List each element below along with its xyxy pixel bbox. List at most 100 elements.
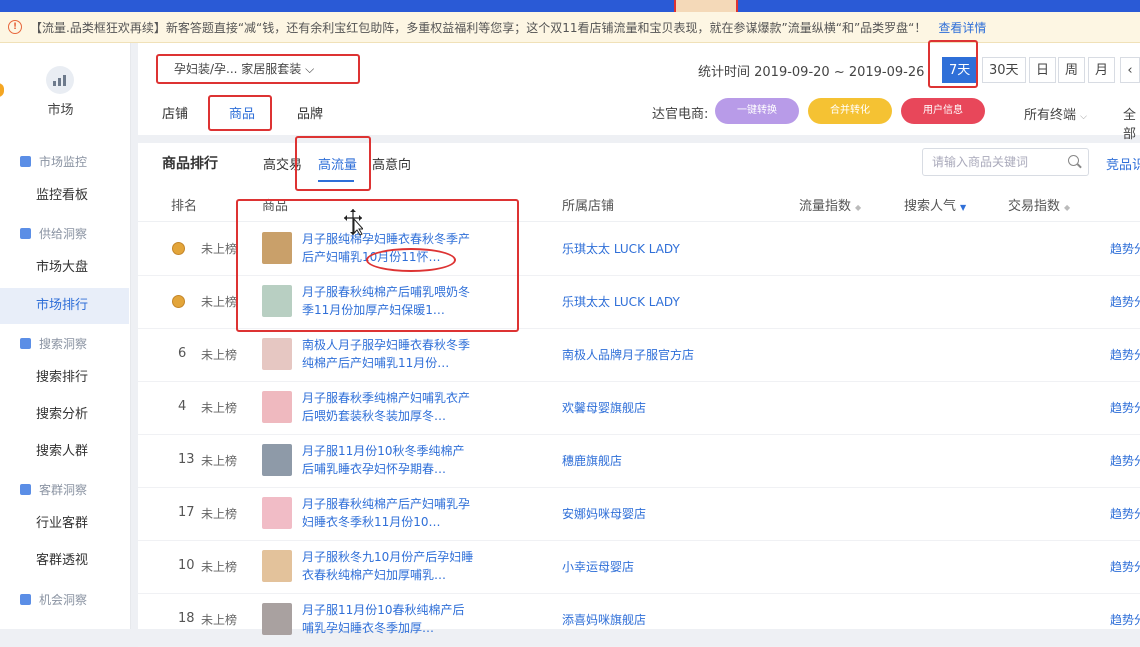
trend-analysis-link[interactable]: 趋势分 xyxy=(1110,505,1140,522)
notice-details-link[interactable]: 查看详情 xyxy=(938,19,986,36)
annotation-oval xyxy=(366,248,456,272)
sidebar-group-customers: 客群洞察 xyxy=(20,481,87,498)
warning-icon: ! xyxy=(8,20,22,34)
sidebar-group-search: 搜索洞察 xyxy=(20,335,87,352)
sidebar-item-industry-customers[interactable]: 行业客群 xyxy=(0,506,129,542)
daguan-label: 达官电商: xyxy=(652,107,709,122)
product-thumbnail[interactable] xyxy=(262,603,292,635)
table-row: 10 未上榜 月子服秋冬九10月份产后孕妇睡衣春秋纯棉产妇加厚哺乳… 小幸运母婴店 趋势… xyxy=(138,540,1140,594)
merge-convert-button[interactable]: 合并转化 xyxy=(808,98,892,124)
trend-analysis-link[interactable]: 趋势分 xyxy=(1110,611,1140,628)
shop-name-link[interactable]: 穗鹿旗舰店 xyxy=(562,452,622,469)
col-transaction-index[interactable]: 交易指数 ◆ xyxy=(1008,195,1070,214)
sidebar-item-market-overview[interactable]: 市场大盘 xyxy=(0,250,129,286)
trend-analysis-link[interactable]: 趋势分 xyxy=(1110,293,1140,310)
period-week-button[interactable]: 周 xyxy=(1058,57,1086,83)
sidebar: 市场 市场监控 监控看板 供给洞察 市场大盘 市场排行 搜索洞察 搜索排行 搜索… xyxy=(0,43,131,629)
subtab-high-intent[interactable]: 高意向 xyxy=(372,154,411,173)
rank-status: 未上榜 xyxy=(201,242,238,256)
table-row: 13 未上榜 月子服11月份10秋冬季纯棉产后哺乳睡衣孕妇怀孕期春… 穗鹿旗舰店 趋势分 xyxy=(138,434,1140,488)
sidebar-item-search-ranking[interactable]: 搜索排行 xyxy=(0,360,129,396)
col-rank: 排名 xyxy=(171,199,198,214)
terminal-select[interactable]: 所有终端 ⌵ xyxy=(1024,104,1087,123)
ranking-panel: 商品排行 高交易 高流量 高意向 请输入商品关键词 竞品识 排名 商品 所属店铺… xyxy=(138,136,1140,647)
table-row: 6 未上榜 南极人月子服孕妇睡衣春秋冬季纯棉产后产妇哺乳11月份… 南极人品牌月子服官… xyxy=(138,328,1140,382)
trend-analysis-link[interactable]: 趋势分 xyxy=(1110,558,1140,575)
search-icon[interactable] xyxy=(1068,155,1079,166)
table-row: 18 未上榜 月子服11月份10春秋纯棉产后哺乳孕妇睡衣冬季加厚… 添喜妈咪旗舰店 趋势… xyxy=(138,593,1140,647)
folder-icon xyxy=(20,594,31,605)
folder-icon xyxy=(20,156,31,167)
rank-number: 6 xyxy=(178,346,187,361)
shop-name-link[interactable]: 欢馨母婴旗舰店 xyxy=(562,399,646,416)
period-day-button[interactable]: 日 xyxy=(1029,57,1057,83)
trend-analysis-link[interactable]: 趋势分 xyxy=(1110,399,1140,416)
rank-number: 18 xyxy=(178,611,195,626)
product-thumbnail[interactable] xyxy=(262,497,292,529)
one-click-convert-button[interactable]: 一键转换 xyxy=(715,98,799,124)
period-month-button[interactable]: 月 xyxy=(1088,57,1116,83)
sidebar-item-market-ranking[interactable]: 市场排行 xyxy=(0,288,129,324)
folder-icon xyxy=(20,338,31,349)
shop-name-link[interactable]: 添喜妈咪旗舰店 xyxy=(562,611,646,628)
product-name-link[interactable]: 月子服春秋纯棉产后产妇哺乳孕妇睡衣冬季秋11月份10… xyxy=(302,495,474,531)
product-name-link[interactable]: 月子服11月份10春秋纯棉产后哺乳孕妇睡衣冬季加厚… xyxy=(302,601,474,637)
sidebar-item-customer-insight[interactable]: 客群透视 xyxy=(0,543,129,579)
rank-number: 4 xyxy=(178,399,187,414)
rank-status: 未上榜 xyxy=(201,348,238,362)
rank-status: 未上榜 xyxy=(201,613,238,627)
shop-name-link[interactable]: 乐琪太太 LUCK LADY xyxy=(562,240,680,257)
annotation-box-subtab xyxy=(295,136,371,191)
category-select[interactable]: 孕妇装/孕... 家居服套装 ⌵ xyxy=(156,54,360,84)
col-search-popularity[interactable]: 搜索人气 ▼ xyxy=(904,195,966,214)
annotation-box-tab xyxy=(208,95,272,131)
col-shop: 所属店铺 xyxy=(562,199,615,214)
prev-arrow-icon[interactable]: ‹ xyxy=(1120,57,1140,83)
sidebar-group-supply: 供给洞察 xyxy=(20,225,87,242)
trend-analysis-link[interactable]: 趋势分 xyxy=(1110,452,1140,469)
product-thumbnail[interactable] xyxy=(262,391,292,423)
product-name-link[interactable]: 月子服春秋季纯棉产妇哺乳衣产后喂奶套装秋冬装加厚冬… xyxy=(302,389,474,425)
shop-name-link[interactable]: 安娜妈咪母婴店 xyxy=(562,505,646,522)
tab-brand[interactable]: 品牌 xyxy=(297,103,323,122)
notice-text: 【流量.品类框狂欢再续】新客答题直接“减“钱，还有余利宝红包助阵，多重权益福利等… xyxy=(30,20,927,35)
competitor-link[interactable]: 竞品识 xyxy=(1106,154,1140,173)
sidebar-group-market-monitor: 市场监控 xyxy=(20,153,87,170)
rank-status: 未上榜 xyxy=(201,401,238,415)
shop-name-link[interactable]: 小幸运母婴店 xyxy=(562,558,634,575)
sidebar-item-monitor-board[interactable]: 监控看板 xyxy=(0,178,129,214)
period-30d-button[interactable]: 30天 xyxy=(982,57,1026,83)
annotation-box-period xyxy=(928,40,978,88)
rank-status: 未上榜 xyxy=(201,507,238,521)
sort-desc-icon: ▼ xyxy=(960,203,967,212)
product-thumbnail[interactable] xyxy=(262,338,292,370)
sidebar-badge xyxy=(0,83,4,97)
product-name-link[interactable]: 月子服11月份10秋冬季纯棉产后哺乳睡衣孕妇怀孕期春… xyxy=(302,442,474,478)
rank-number: 17 xyxy=(178,505,195,520)
shop-name-link[interactable]: 乐琪太太 LUCK LADY xyxy=(562,293,680,310)
sidebar-item-search-analysis[interactable]: 搜索分析 xyxy=(0,397,129,433)
product-thumbnail[interactable] xyxy=(262,444,292,476)
col-traffic-index[interactable]: 流量指数 ◆ xyxy=(799,195,861,214)
all-select[interactable]: 全部 xyxy=(1123,104,1140,142)
market-icon[interactable] xyxy=(46,66,74,94)
product-name-link[interactable]: 南极人月子服孕妇睡衣春秋冬季纯棉产后产妇哺乳11月份… xyxy=(302,336,474,372)
rank-status: 未上榜 xyxy=(201,295,238,309)
tab-shop[interactable]: 店铺 xyxy=(162,103,188,122)
product-search-input[interactable]: 请输入商品关键词 xyxy=(922,148,1089,176)
product-name-link[interactable]: 月子服秋冬九10月份产后孕妇睡衣春秋纯棉产妇加厚哺乳… xyxy=(302,548,474,584)
folder-icon xyxy=(20,228,31,239)
top-bar xyxy=(0,0,1140,12)
trend-analysis-link[interactable]: 趋势分 xyxy=(1110,346,1140,363)
product-thumbnail[interactable] xyxy=(262,550,292,582)
sidebar-item-search-crowd[interactable]: 搜索人群 xyxy=(0,434,129,470)
user-info-button[interactable]: 用户信息 xyxy=(901,98,985,124)
chevron-down-icon: ⌵ xyxy=(305,62,315,76)
market-label[interactable]: 市场 xyxy=(0,99,121,118)
sort-icon: ◆ xyxy=(855,203,862,212)
trend-analysis-link[interactable]: 趋势分 xyxy=(1110,240,1140,257)
move-cursor-icon xyxy=(344,209,363,236)
rank-status: 未上榜 xyxy=(201,560,238,574)
shop-name-link[interactable]: 南极人品牌月子服官方店 xyxy=(562,346,694,363)
medal-icon xyxy=(172,242,185,255)
